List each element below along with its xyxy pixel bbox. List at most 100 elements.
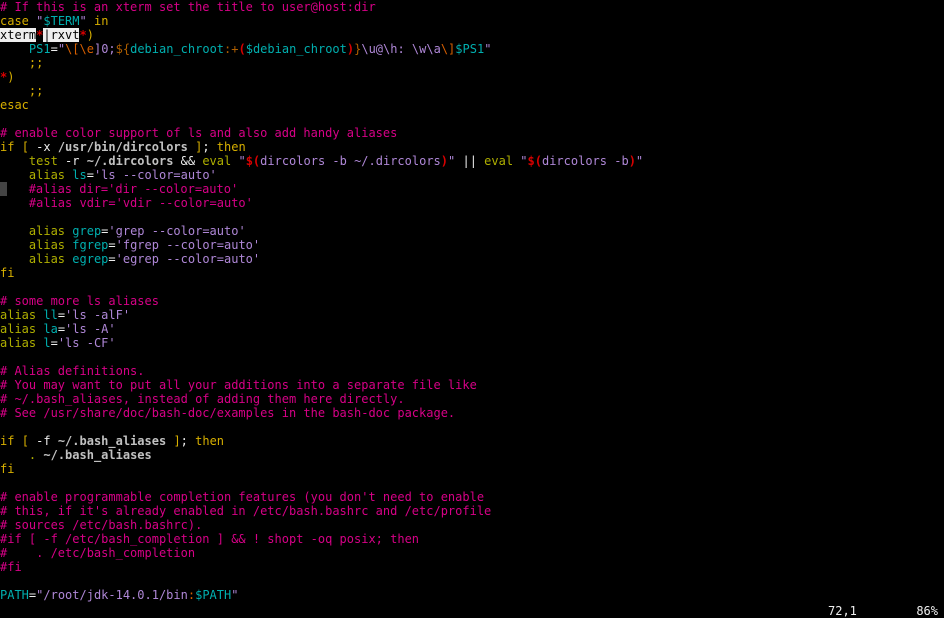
token: ( (238, 42, 245, 56)
token (14, 434, 21, 448)
code-line[interactable] (0, 112, 944, 126)
token (7, 182, 29, 196)
token: ls (72, 168, 86, 182)
token: fi (0, 462, 14, 476)
token: 'grep --color=auto' (108, 224, 245, 238)
code-line[interactable]: if [ -x /usr/bin/dircolors ]; then (0, 140, 944, 154)
code-line[interactable]: case "$TERM" in (0, 14, 944, 28)
token: fgrep (72, 238, 108, 252)
token: # some more ls aliases (0, 294, 159, 308)
token: alias (0, 308, 36, 322)
token: #if [ -f /etc/bash_completion ] && ! sho… (0, 532, 419, 546)
token: \u@\h: \w\a (361, 42, 440, 56)
token (0, 238, 29, 252)
code-line[interactable]: . ~/.bash_aliases (0, 448, 944, 462)
code-line[interactable]: alias fgrep='fgrep --color=auto' (0, 238, 944, 252)
token (0, 182, 7, 196)
code-line[interactable]: # sources /etc/bash.bashrc). (0, 518, 944, 532)
token (0, 154, 29, 168)
token: [ (22, 434, 29, 448)
token: 'ls -CF' (58, 336, 116, 350)
code-line[interactable]: # . /etc/bash_completion (0, 546, 944, 560)
code-line[interactable] (0, 574, 944, 588)
token: ~/.dircolors (87, 154, 174, 168)
token: alias (29, 238, 65, 252)
token: alias (0, 322, 36, 336)
code-line[interactable]: test -r ~/.dircolors && eval "$(dircolor… (0, 154, 944, 168)
token: /usr/bin/dircolors (58, 140, 188, 154)
code-line[interactable]: fi (0, 266, 944, 280)
token: 'ls -A' (65, 322, 116, 336)
code-line[interactable]: *) (0, 70, 944, 84)
token: -f (29, 434, 58, 448)
code-line[interactable]: # this, if it's already enabled in /etc/… (0, 504, 944, 518)
token: # If this is an xterm set the title to u… (0, 0, 376, 14)
code-line[interactable]: ;; (0, 84, 944, 98)
code-line[interactable]: # See /usr/share/doc/bash-doc/examples i… (0, 406, 944, 420)
token: #alias vdir='vdir --color=auto' (29, 196, 253, 210)
code-line[interactable]: # Alias definitions. (0, 364, 944, 378)
code-line[interactable]: alias ls='ls --color=auto' (0, 168, 944, 182)
token: " (484, 42, 491, 56)
token: dircolors -b ~/.dircolors (260, 154, 441, 168)
code-line[interactable] (0, 350, 944, 364)
token: -r (58, 154, 87, 168)
vim-status-line: 72,1 86% (0, 604, 944, 618)
token: = (108, 252, 115, 266)
token: # ~/.bash_aliases, instead of adding the… (0, 392, 405, 406)
token: if (0, 434, 14, 448)
code-line[interactable]: #alias dir='dir --color=auto' (0, 182, 944, 196)
token (0, 84, 29, 98)
token: grep (72, 224, 101, 238)
code-line[interactable]: alias egrep='egrep --color=auto' (0, 252, 944, 266)
token: #alias dir='dir --color=auto' (29, 182, 239, 196)
code-line[interactable] (0, 210, 944, 224)
code-line[interactable] (0, 280, 944, 294)
code-line[interactable]: # some more ls aliases (0, 294, 944, 308)
code-line[interactable]: PATH="/root/jdk-14.0.1/bin:$PATH" (0, 588, 944, 602)
code-line[interactable]: # You may want to put all your additions… (0, 378, 944, 392)
code-line[interactable]: ;; (0, 56, 944, 70)
token (0, 42, 29, 56)
token: $( (528, 154, 542, 168)
code-line[interactable]: #fi (0, 560, 944, 574)
token: && (173, 154, 202, 168)
code-line[interactable] (0, 476, 944, 490)
code-line[interactable] (0, 420, 944, 434)
code-line[interactable]: alias l='ls -CF' (0, 336, 944, 350)
token: 'ls --color=auto' (94, 168, 217, 182)
token: ; (181, 434, 195, 448)
token: |rxvt (43, 28, 79, 42)
token: # this, if it's already enabled in /etc/… (0, 504, 491, 518)
code-line[interactable]: #alias vdir='vdir --color=auto' (0, 196, 944, 210)
token: eval (484, 154, 513, 168)
code-line[interactable]: # If this is an xterm set the title to u… (0, 0, 944, 14)
token: ;; (29, 84, 43, 98)
token: = (87, 168, 94, 182)
token: ~/.bash_aliases (43, 448, 151, 462)
code-line[interactable]: xterm*|rxvt*) (0, 28, 944, 42)
token: PATH (0, 588, 29, 602)
token (0, 56, 29, 70)
code-line[interactable]: # enable color support of ls and also ad… (0, 126, 944, 140)
code-line[interactable]: alias grep='grep --color=auto' (0, 224, 944, 238)
token (0, 224, 29, 238)
token: ]0; (94, 42, 116, 56)
token: # You may want to put all your additions… (0, 378, 477, 392)
token: # . /etc/bash_completion (0, 546, 195, 560)
code-line[interactable]: PS1="\[\e]0;${debian_chroot:+($debian_ch… (0, 42, 944, 56)
code-line[interactable]: # enable programmable completion feature… (0, 490, 944, 504)
code-line[interactable]: # ~/.bash_aliases, instead of adding the… (0, 392, 944, 406)
code-line[interactable]: alias la='ls -A' (0, 322, 944, 336)
code-line[interactable]: alias ll='ls -alF' (0, 308, 944, 322)
token: xterm (0, 28, 36, 42)
code-editor[interactable]: # If this is an xterm set the title to u… (0, 0, 944, 604)
token: #fi (0, 560, 22, 574)
token: debian_chroot (130, 42, 224, 56)
token: * (79, 28, 86, 42)
code-line[interactable]: if [ -f ~/.bash_aliases ]; then (0, 434, 944, 448)
code-line[interactable]: esac (0, 98, 944, 112)
code-line[interactable]: fi (0, 462, 944, 476)
token: PS1 (29, 42, 51, 56)
code-line[interactable]: #if [ -f /etc/bash_completion ] && ! sho… (0, 532, 944, 546)
